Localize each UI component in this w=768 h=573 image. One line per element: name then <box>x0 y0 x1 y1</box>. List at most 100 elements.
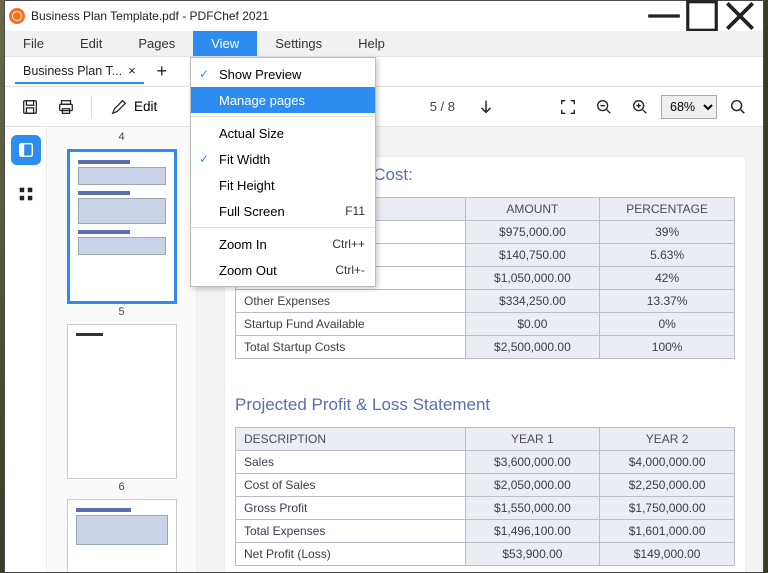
cell-desc: Total Expenses <box>236 520 466 543</box>
print-button[interactable] <box>51 92 81 122</box>
menu-edit[interactable]: Edit <box>62 31 120 56</box>
table-row: Startup Fund Available$0.000% <box>236 313 735 336</box>
menu-file[interactable]: File <box>5 31 62 56</box>
table-row: Total Expenses$1,496,100.00$1,601,000.00 <box>236 520 735 543</box>
body: 4 5 6 tartup Cost: <box>5 127 763 572</box>
zoom-out-icon <box>595 98 613 116</box>
profit-loss-table: DESCRIPTION YEAR 1 YEAR 2 Sales$3,600,00… <box>235 427 735 566</box>
menu-item-actual-size[interactable]: Actual Size <box>191 120 375 146</box>
edit-button[interactable]: Edit <box>102 92 165 122</box>
menu-item-label: Actual Size <box>219 126 284 141</box>
sidebar-icon <box>17 141 35 159</box>
menu-shortcut: Ctrl+- <box>335 263 365 277</box>
app-window: Business Plan Template.pdf - PDFChef 202… <box>4 0 764 573</box>
cell-amount: $140,750.00 <box>465 244 600 267</box>
fullscreen-button[interactable] <box>553 92 583 122</box>
thumbnail-page-6[interactable] <box>67 499 177 572</box>
toolbar-divider <box>91 96 92 118</box>
section-title-startup: tartup Cost: <box>325 157 735 185</box>
check-icon: ✓ <box>199 152 209 166</box>
cell-y1: $53,900.00 <box>465 543 600 566</box>
app-icon <box>9 8 25 24</box>
thumbnails-toggle[interactable] <box>11 135 41 165</box>
table-row: Gross Profit$1,550,000.00$1,750,000.00 <box>236 497 735 520</box>
cell-desc: Other Expenses <box>236 290 466 313</box>
down-arrow-icon <box>477 98 495 116</box>
menu-shortcut: Ctrl++ <box>332 237 365 251</box>
document-tab[interactable]: Business Plan T... × <box>15 60 144 84</box>
view-menu-dropdown: ✓Show PreviewManage pages Actual Size ✓ Fit… <box>190 57 376 287</box>
menu-item-show-preview[interactable]: ✓Show Preview <box>191 61 375 87</box>
thumbnail-page-5[interactable] <box>67 324 177 479</box>
menu-item-manage-pages[interactable]: Manage pages <box>191 87 375 113</box>
cell-amount: $2,500,000.00 <box>465 336 600 359</box>
tab-close-icon[interactable]: × <box>128 63 136 78</box>
menu-item-label: Show Preview <box>219 67 301 82</box>
zoom-select[interactable]: 68% <box>661 95 717 119</box>
thumb-label-6: 6 <box>47 481 196 493</box>
close-icon <box>721 0 759 35</box>
grid-icon <box>17 185 35 203</box>
menu-item-fit-height[interactable]: Fit Height <box>191 172 375 198</box>
cell-desc: Total Startup Costs <box>236 336 466 359</box>
save-icon <box>21 98 39 116</box>
cell-desc: Startup Fund Available <box>236 313 466 336</box>
maximize-icon <box>683 0 721 35</box>
jump-button[interactable] <box>471 92 501 122</box>
tab-label: Business Plan T... <box>23 64 122 78</box>
fullscreen-icon <box>559 98 577 116</box>
menu-item-fit-width[interactable]: ✓ Fit Width <box>191 146 375 172</box>
thumb-label-5: 5 <box>47 306 196 318</box>
cell-desc: Cost of Sales <box>236 474 466 497</box>
menu-item-label: Zoom In <box>219 237 267 252</box>
zoom-out-button[interactable] <box>589 92 619 122</box>
tabbar: Business Plan T... × + <box>5 57 763 87</box>
menu-item-label: Fit Width <box>219 152 270 167</box>
toolbar: Edit 5 / 8 68% <box>5 87 763 127</box>
menu-shortcut: F11 <box>345 204 365 218</box>
table-row: Cost of Sales$2,050,000.00$2,250,000.00 <box>236 474 735 497</box>
menu-help[interactable]: Help <box>340 31 403 56</box>
thumbnail-page-4[interactable] <box>67 149 177 304</box>
minimize-button[interactable] <box>645 1 683 31</box>
cell-pct: 0% <box>600 313 735 336</box>
menu-view[interactable]: View <box>193 31 257 56</box>
cell-pct: 39% <box>600 221 735 244</box>
cell-y2: $1,750,000.00 <box>600 497 735 520</box>
menu-pages[interactable]: Pages <box>120 31 193 56</box>
cell-y1: $1,496,100.00 <box>465 520 600 543</box>
section-title-pl: Projected Profit & Loss Statement <box>235 387 735 415</box>
grid-view-button[interactable] <box>11 179 41 209</box>
menu-item-zoom-in[interactable]: Zoom In Ctrl++ <box>191 231 375 257</box>
page-indicator: 5 / 8 <box>430 99 455 114</box>
zoom-in-icon <box>631 98 649 116</box>
cell-y2: $149,000.00 <box>600 543 735 566</box>
menu-separator <box>191 116 375 117</box>
cell-y1: $1,550,000.00 <box>465 497 600 520</box>
cell-pct: 42% <box>600 267 735 290</box>
menu-item-zoom-out[interactable]: Zoom Out Ctrl+- <box>191 257 375 283</box>
table-row: Total Startup Costs$2,500,000.00100% <box>236 336 735 359</box>
table-row: Net Profit (Loss)$53,900.00$149,000.00 <box>236 543 735 566</box>
save-button[interactable] <box>15 92 45 122</box>
close-button[interactable] <box>721 1 759 31</box>
cell-amount: $0.00 <box>465 313 600 336</box>
new-tab-button[interactable]: + <box>150 60 174 84</box>
menu-item-label: Zoom Out <box>219 263 277 278</box>
menu-item-full-screen[interactable]: Full ScreenF11 <box>191 198 375 224</box>
table-row: Sales$3,600,000.00$4,000,000.00 <box>236 451 735 474</box>
cell-pct: 5.63% <box>600 244 735 267</box>
search-button[interactable] <box>723 92 753 122</box>
left-rail <box>5 127 47 572</box>
cell-y2: $1,601,000.00 <box>600 520 735 543</box>
titlebar: Business Plan Template.pdf - PDFChef 202… <box>5 1 763 31</box>
thumb-label-4: 4 <box>47 131 196 143</box>
search-icon <box>729 98 747 116</box>
table-row: Other Expenses$334,250.0013.37% <box>236 290 735 313</box>
maximize-button[interactable] <box>683 1 721 31</box>
cell-y1: $2,050,000.00 <box>465 474 600 497</box>
zoom-in-button[interactable] <box>625 92 655 122</box>
cell-y1: $3,600,000.00 <box>465 451 600 474</box>
edit-label: Edit <box>134 99 157 114</box>
menu-settings[interactable]: Settings <box>257 31 340 56</box>
